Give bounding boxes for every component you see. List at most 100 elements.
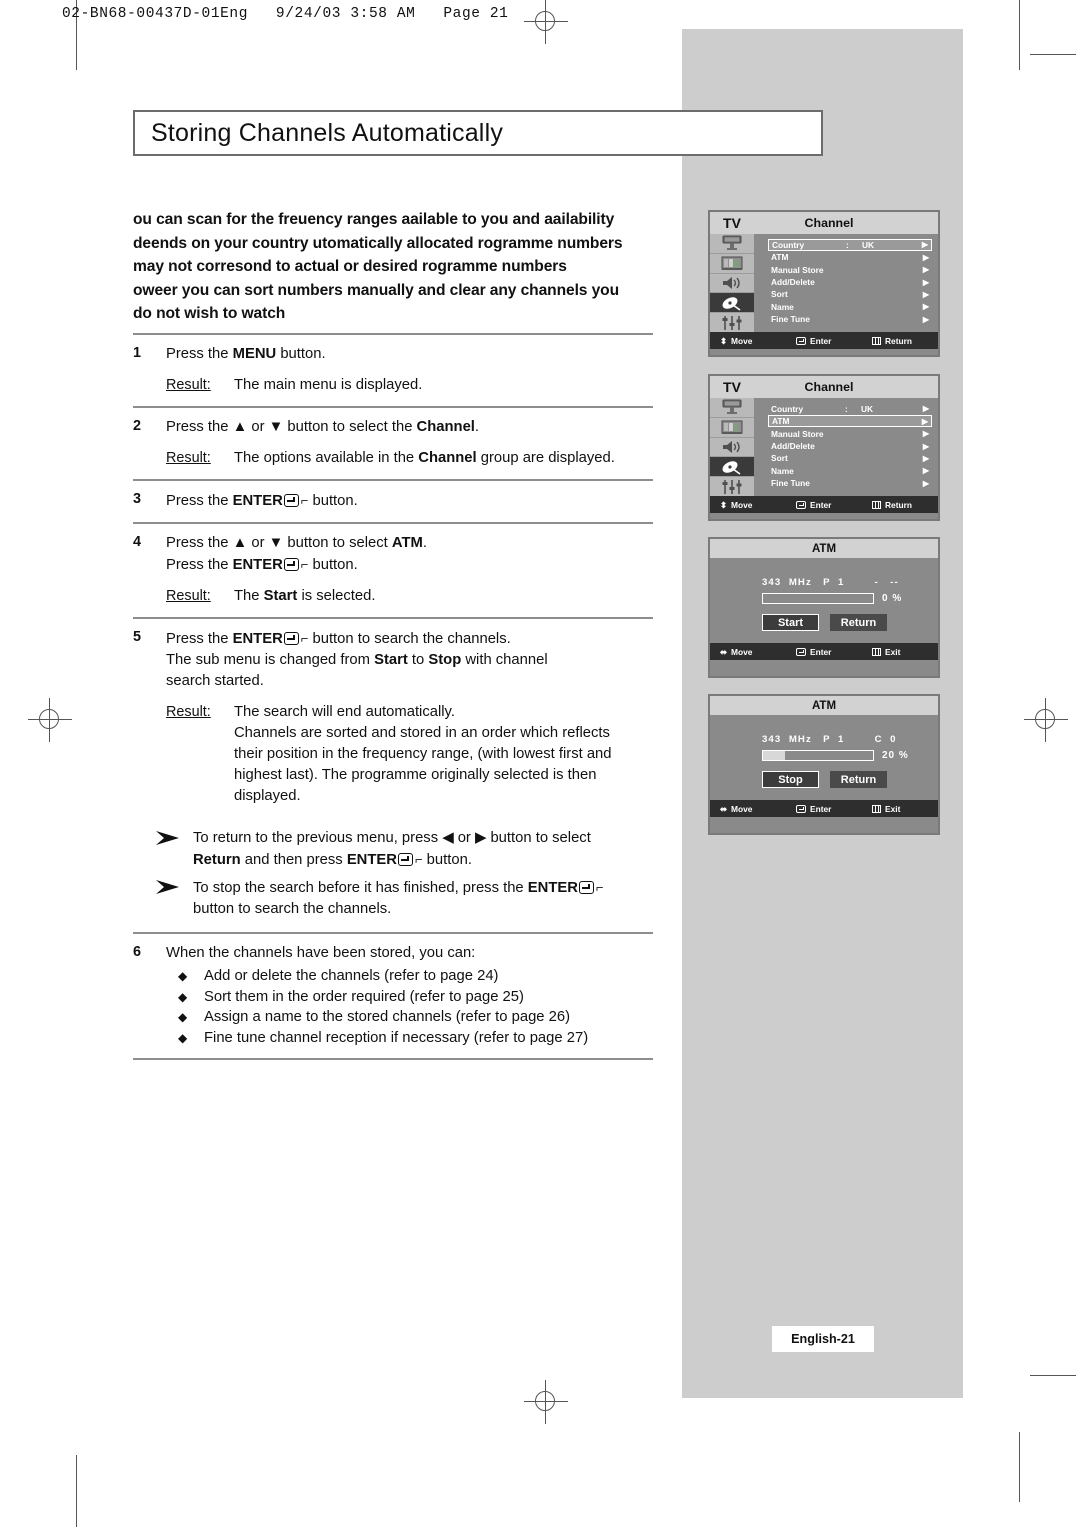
list-item-label: Fine tune channel reception if necessary… xyxy=(204,1029,589,1046)
intro-line: oweer you can sort numbers manually and … xyxy=(133,281,620,299)
instruction-steps: 1 Press the MENU button. Result: The mai… xyxy=(133,333,653,1060)
list-item: ◆ Assign a name to the stored channels (r… xyxy=(166,1007,653,1028)
osd-item-atm[interactable]: ATM ▶ xyxy=(768,251,932,263)
list-item: ◆ Fine tune channel reception if necessar… xyxy=(166,1028,653,1049)
osd-footer-move: ⬍ Move xyxy=(720,499,753,510)
atm-footer: ⬌ Move Enter Exit xyxy=(710,800,938,817)
list-item-label: Assign a name to the stored channels (re… xyxy=(204,1009,571,1025)
atm-footer-exit: Exit xyxy=(862,647,938,657)
atm-stop-button[interactable]: Stop xyxy=(762,771,819,788)
atm-title: ATM xyxy=(710,539,938,558)
chevron-right-icon: ▶ xyxy=(922,265,929,275)
result-label: Result: xyxy=(166,377,211,393)
step-line: The sub menu is changed from Start to St… xyxy=(166,652,548,668)
osd-item-manual-store[interactable]: Manual Store ▶ xyxy=(768,264,932,276)
step-line: Press the MENU button. xyxy=(166,346,326,362)
menu-icon xyxy=(872,647,881,656)
step-6: 6 When the channels have been stored, yo… xyxy=(133,934,653,1058)
osd-menu-list: Country: UK ▶ ATM ▶ Manual Store ▶ Add/Delet… xyxy=(754,234,938,332)
osd-footer-move: ⬍ Move xyxy=(720,335,753,346)
result-line: The search will end automatically. xyxy=(234,704,455,720)
enter-icon xyxy=(796,336,806,345)
updown-arrow-icon: ⬍ xyxy=(720,499,728,510)
sidebar-item-picture[interactable] xyxy=(710,254,754,274)
osd-item-sort[interactable]: Sort ▶ xyxy=(768,289,932,301)
osd-item-sort[interactable]: Sort ▶ xyxy=(768,453,932,465)
step-2: 2 Press the ▲ or ▼ button to select the … xyxy=(133,408,653,479)
result-row: Result: The Start is selected. xyxy=(166,586,653,607)
step-line: Press the ENTER ⌐ button. xyxy=(166,557,358,573)
chevron-right-icon: ▶ xyxy=(922,453,929,463)
enter-icon xyxy=(397,853,413,866)
note-line: Return and then press ENTER ⌐ button. xyxy=(193,852,472,868)
step-line: Press the ▲ or ▼ button to select the Ch… xyxy=(166,419,480,435)
sidebar-item-sound[interactable] xyxy=(710,438,754,458)
atm-body: 343 MHz P 1 - -- 0 % Start Return xyxy=(710,558,938,643)
step-number: 6 xyxy=(133,944,142,960)
diamond-bullet-icon: ◆ xyxy=(178,969,188,983)
osd-footer-return: Return xyxy=(862,336,938,346)
sidebar-item-picture[interactable] xyxy=(710,418,754,438)
osd-header: TV Channel xyxy=(710,376,938,398)
page-title-box: Storing Channels Automatically xyxy=(133,110,823,156)
crop-rule-left-bottom xyxy=(76,1455,77,1527)
osd-item-name[interactable]: Name ▶ xyxy=(768,301,932,313)
osd-item-country[interactable]: Country: UK ▶ xyxy=(768,403,932,415)
sidebar-item-setup[interactable] xyxy=(710,313,754,332)
arrow-bullet-icon xyxy=(133,828,193,850)
list-item-label: Add or delete the channels (refer to pag… xyxy=(204,968,499,984)
osd-source-label: TV xyxy=(723,215,741,231)
atm-button-row: Stop Return xyxy=(762,771,887,788)
result-line: displayed. xyxy=(234,788,301,804)
osd-item-country[interactable]: Country: UK ▶ xyxy=(768,239,932,251)
list-item-label: Sort them in the order required (refer t… xyxy=(204,988,524,1005)
step-number: 2 xyxy=(133,418,142,434)
print-slug: 02-BN68-00437D-01Eng 9/24/03 3:58 AM Pag… xyxy=(62,6,509,22)
intro-line: deends on your country utomatically allo… xyxy=(133,234,623,252)
osd-item-name[interactable]: Name ▶ xyxy=(768,465,932,477)
osd-item-atm[interactable]: ATM ▶ xyxy=(768,415,932,428)
osd-item-manual-store[interactable]: Manual Store ▶ xyxy=(768,428,932,440)
step-3: 3 Press the ENTER ⌐ button. xyxy=(133,481,653,522)
sidebar-item-channel[interactable] xyxy=(710,293,754,314)
osd-header: TV Channel xyxy=(710,212,938,234)
sidebar-item-sound[interactable] xyxy=(710,274,754,294)
atm-start-button[interactable]: Start xyxy=(762,614,819,631)
osd-item-fine-tune[interactable]: Fine Tune ▶ xyxy=(768,313,932,325)
osd-item-add-delete[interactable]: Add/Delete ▶ xyxy=(768,276,932,288)
osd-footer: ⬍ Move Enter Return xyxy=(710,496,938,513)
osd-menu-list: Country: UK ▶ ATM ▶ Manual Store ▶ Add/Delet… xyxy=(754,398,938,496)
osd-item-fine-tune[interactable]: Fine Tune ▶ xyxy=(768,477,932,489)
atm-frequency-readout: 343 MHz P 1 C 0 xyxy=(762,734,897,745)
result-label: Result: xyxy=(166,450,211,466)
step-number: 3 xyxy=(133,491,142,507)
step-heading: When the channels have been stored, you … xyxy=(166,945,476,961)
menu-icon xyxy=(872,500,881,509)
list-item: ◆ Sort them in the order required (refer … xyxy=(166,987,653,1008)
sidebar-item-input[interactable] xyxy=(710,234,754,254)
sidebar-item-input[interactable] xyxy=(710,398,754,418)
osd-item-add-delete[interactable]: Add/Delete ▶ xyxy=(768,440,932,452)
sidebar-item-setup[interactable] xyxy=(710,477,754,496)
arrow-bullet-icon xyxy=(133,877,193,899)
step-body: Press the MENU button. Result: The main … xyxy=(166,344,653,396)
chevron-right-icon: ▶ xyxy=(922,404,929,414)
atm-return-button[interactable]: Return xyxy=(830,614,887,631)
updown-arrow-icon: ⬍ xyxy=(720,335,728,346)
enter-icon xyxy=(578,881,594,894)
atm-progress-bar xyxy=(762,593,874,604)
diamond-bullet-icon: ◆ xyxy=(178,1010,188,1024)
sidebar-item-channel[interactable] xyxy=(710,457,754,478)
atm-button-row: Start Return xyxy=(762,614,887,631)
step-number: 4 xyxy=(133,534,142,550)
step-body: When the channels have been stored, you … xyxy=(166,943,653,1048)
crop-rule-right-bottom xyxy=(1019,1432,1020,1502)
result-text: The options available in the Channel gro… xyxy=(234,450,615,466)
result-row: Result: The main menu is displayed. xyxy=(166,375,653,396)
note-text: To stop the search before it has finishe… xyxy=(193,877,653,920)
atm-return-button[interactable]: Return xyxy=(830,771,887,788)
crop-rule-top-right xyxy=(1030,54,1076,55)
atm-footer-enter: Enter xyxy=(786,647,862,657)
result-line: highest last). The programme originally … xyxy=(234,767,597,783)
atm-dialog-stop: ATM 343 MHz P 1 C 0 20 % Stop Return ⬌ Mo… xyxy=(708,694,940,835)
